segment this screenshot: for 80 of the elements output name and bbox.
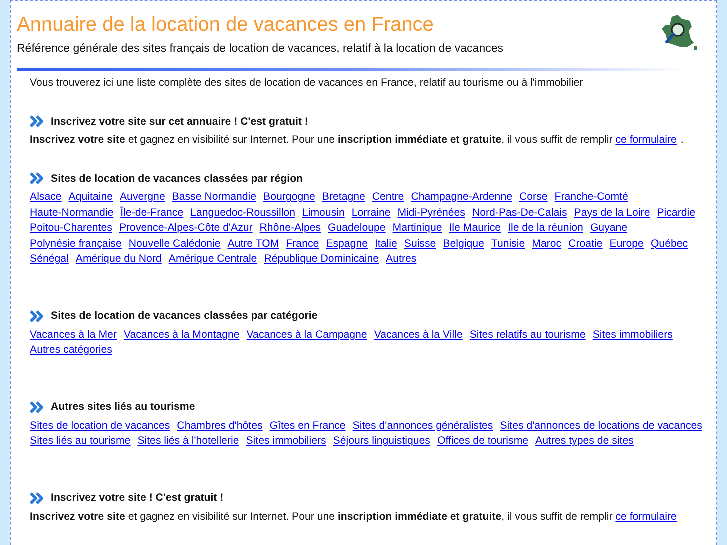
category-link[interactable]: Bretagne xyxy=(322,190,366,206)
category-link[interactable]: Guyane xyxy=(590,221,628,236)
double-chevron-icon xyxy=(30,172,45,185)
category-link[interactable]: Vacances à la Campagne xyxy=(246,328,368,343)
category-link[interactable]: Offices de tourisme xyxy=(437,434,529,450)
category-link[interactable]: Sites d'annonces de locations de vacances xyxy=(500,418,702,434)
category-link[interactable]: Croatie xyxy=(568,236,603,252)
form-link[interactable]: ce formulaire xyxy=(616,134,677,146)
category-link[interactable]: Québec xyxy=(650,236,688,252)
category-link[interactable]: Martinique xyxy=(392,221,442,236)
category-link[interactable]: Europe xyxy=(610,236,644,252)
category-link[interactable]: Pays de la Loire xyxy=(574,206,650,221)
category-link[interactable]: Franche-Comté xyxy=(554,190,628,206)
category-link[interactable]: Languedoc-Roussillon xyxy=(190,206,296,221)
category-link[interactable]: Nord-Pas-De-Calais xyxy=(472,206,568,221)
section-heading: Sites de location de vacances classées par catégorie xyxy=(51,310,318,322)
category-link[interactable]: Amérique Centrale xyxy=(168,252,258,268)
category-link[interactable]: Sites relatifs au tourisme xyxy=(470,328,586,343)
category-link[interactable]: Polynésie française xyxy=(30,236,122,252)
category-link[interactable]: Maroc xyxy=(532,236,562,252)
category-link[interactable]: Ile Maurice xyxy=(449,221,502,236)
category-link[interactable]: Sites liés au tourisme xyxy=(30,434,131,450)
section-heading: Inscrivez votre site sur cet annuaire ! C'est gratuit ! xyxy=(51,116,308,128)
category-link[interactable]: Vacances à la Mer xyxy=(30,328,117,343)
category-link[interactable]: Île-de-France xyxy=(120,206,184,221)
category-link[interactable]: Autres xyxy=(386,252,417,268)
double-chevron-icon xyxy=(30,492,45,504)
category-link[interactable]: Amérique du Nord xyxy=(76,252,162,268)
category-link[interactable]: Picardie xyxy=(657,206,696,221)
category-link[interactable]: Italie xyxy=(374,236,398,252)
signup-text: Inscrivez votre site et gagnez en visibilité sur Internet. Pour une inscription immédiate et gratuite, il vous suffit de remplir ce formulaire xyxy=(30,510,678,524)
category-link[interactable]: Sites immobiliers xyxy=(592,328,673,343)
category-link[interactable]: Alsace xyxy=(30,190,62,206)
category-link[interactable]: Sites liés à l'hotellerie xyxy=(138,434,240,450)
section-heading: Autres sites liés au tourisme xyxy=(51,401,196,413)
category-link[interactable]: Limousin xyxy=(302,206,345,221)
category-link[interactable]: Chambres d'hôtes xyxy=(177,418,263,434)
category-link[interactable]: Vacances à la Montagne xyxy=(124,328,240,343)
category-link[interactable]: Nouvelle Calédonie xyxy=(128,236,221,252)
category-link[interactable]: Midi-Pyrénées xyxy=(398,206,466,221)
category-link[interactable]: Gîtes en France xyxy=(270,418,346,434)
category-link[interactable]: Sites d'annonces généralistes xyxy=(352,418,494,434)
section-heading: Sites de location de vacances classées par région xyxy=(51,172,304,184)
category-link[interactable]: Poitou-Charentes xyxy=(30,221,112,236)
category-link[interactable]: Suisse xyxy=(404,236,436,252)
category-link[interactable]: Lorraine xyxy=(352,206,391,221)
site-title: Annuaire de la location de vacances en France xyxy=(17,14,435,37)
category-link[interactable]: Autres catégories xyxy=(30,343,112,358)
category-link[interactable]: Aquitaine xyxy=(68,190,113,206)
category-link[interactable]: Auvergne xyxy=(120,190,166,206)
site-subtitle: Référence générale des sites français de location de vacances, relatif à la location de vacances xyxy=(17,43,504,55)
category-link[interactable]: Haute-Normandie xyxy=(30,206,114,221)
category-link[interactable]: Autres types de sites xyxy=(536,434,634,450)
category-link[interactable]: Sénégal xyxy=(30,252,69,268)
category-link[interactable]: Espagne xyxy=(326,236,368,252)
category-link[interactable]: Vacances à la Ville xyxy=(374,328,463,343)
double-chevron-icon xyxy=(30,310,45,322)
category-link[interactable]: Rhône-Alpes xyxy=(260,221,322,236)
form-link[interactable]: ce formulaire xyxy=(616,510,677,522)
category-link[interactable]: Champagne-Ardenne xyxy=(411,190,512,206)
category-link[interactable]: Tunisie xyxy=(491,236,526,252)
signup-text: Inscrivez votre site et gagnez en visibilité sur Internet. Pour une inscription immédiate et gratuite, il vous suffit de remplir ce formulaire . xyxy=(30,133,685,148)
double-chevron-icon xyxy=(30,400,45,414)
category-link[interactable]: Sites de location de vacances xyxy=(30,418,170,434)
category-link[interactable]: Bourgogne xyxy=(264,190,316,206)
category-link[interactable]: Belgique xyxy=(443,236,484,252)
category-link[interactable]: Séjours linguistiques xyxy=(333,434,430,450)
category-link[interactable]: Basse Normandie xyxy=(172,190,257,206)
category-link[interactable]: France xyxy=(286,236,320,252)
category-link[interactable]: Centre xyxy=(372,190,404,206)
intro-text: Vous trouverez ici une liste complète des sites de location de vacances en France, relatif au tourisme ou à l'immobilier xyxy=(30,77,584,89)
category-link[interactable]: Corse xyxy=(520,190,548,206)
category-link[interactable]: Guadeloupe xyxy=(328,221,386,236)
category-link[interactable]: Sites immobiliers xyxy=(246,434,326,450)
section-heading: Inscrivez votre site ! C'est gratuit ! xyxy=(51,492,224,504)
double-chevron-icon xyxy=(30,115,45,128)
category-link[interactable]: Ile de la réunion xyxy=(508,221,584,236)
category-link[interactable]: République Dominicaine xyxy=(264,252,380,268)
category-link[interactable]: Provence-Alpes-Côte d'Azur xyxy=(119,221,253,236)
category-link[interactable]: Autre TOM xyxy=(228,236,280,252)
